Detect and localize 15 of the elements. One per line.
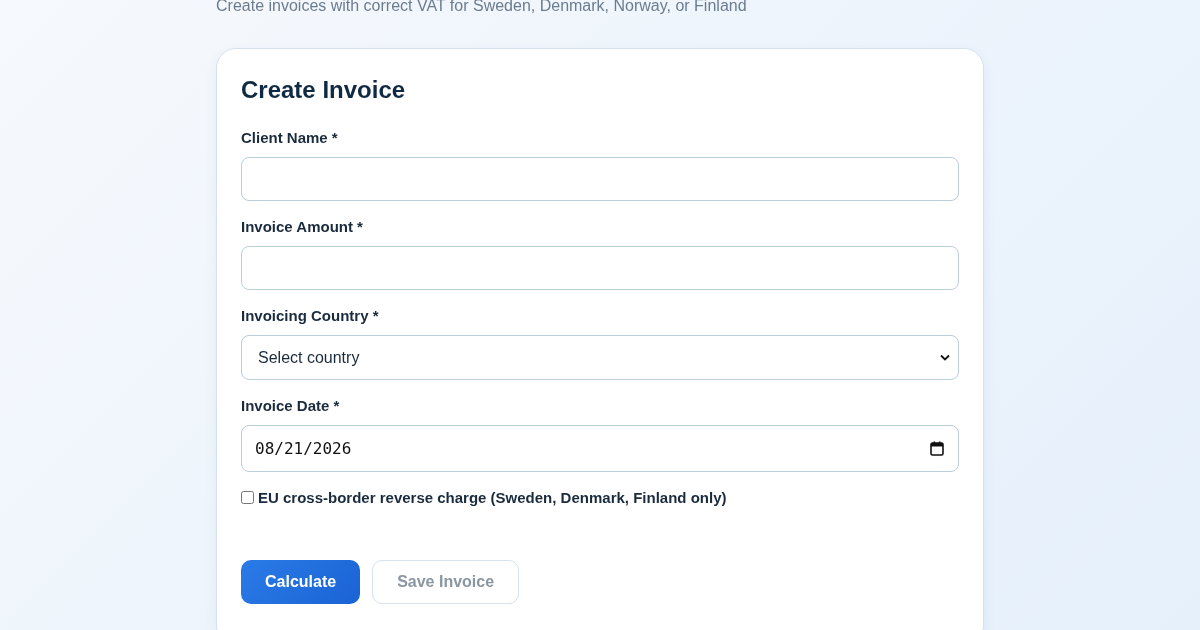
country-dropdown[interactable]: Select country	[241, 335, 959, 380]
calculate-button[interactable]: Calculate	[241, 560, 361, 604]
date-field[interactable]: 08/21/2026	[241, 425, 959, 472]
field-label: Invoice Amount *	[241, 218, 364, 236]
input-field[interactable]	[241, 246, 959, 290]
calendar-icon[interactable]	[930, 441, 944, 456]
chevron-icon	[940, 354, 950, 361]
checkbox[interactable]	[241, 491, 254, 504]
input-field[interactable]	[241, 157, 959, 201]
field-label: Client Name *	[241, 129, 339, 147]
page-subtitle: Create invoices with correct VAT for Sweden, Denmark, Norway, or Finland	[216, 0, 748, 16]
field-label: Invoice Date *	[241, 397, 341, 415]
card-title: Create Invoice	[241, 75, 407, 105]
field-label: Invoicing Country *	[241, 307, 380, 325]
checkbox-label: EU cross-border reverse charge (Sweden, Denmark, Finland only)	[258, 489, 727, 506]
